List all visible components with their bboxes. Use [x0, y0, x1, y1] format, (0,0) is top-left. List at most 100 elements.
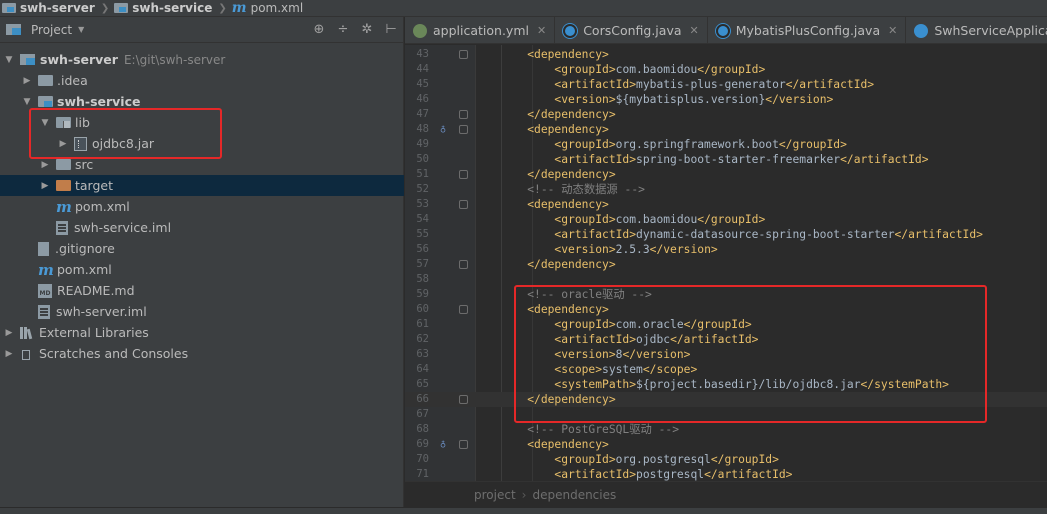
tab-application-yml[interactable]: application.yml ✕ — [405, 17, 556, 43]
code-line[interactable]: 49 <groupId>org.springframework.boot</gr… — [405, 137, 1047, 152]
expand-right-icon[interactable]: ▶ — [4, 349, 14, 359]
code-line[interactable]: 57 </dependency> — [405, 257, 1047, 272]
code-line[interactable]: 65 <systemPath>${project.basedir}/lib/oj… — [405, 377, 1047, 392]
project-view-selector[interactable]: Project — [31, 23, 72, 37]
code-line[interactable]: 70 <groupId>org.postgresql</groupId> — [405, 452, 1047, 467]
close-icon[interactable]: ✕ — [888, 24, 897, 37]
code-editor[interactable]: 43 <dependency> 44 <groupId>com.baomidou<… — [405, 45, 1047, 481]
module-folder-icon — [114, 3, 129, 13]
hide-panel-icon[interactable]: ⊢ — [383, 22, 399, 37]
xml-tag: <artifactId> — [554, 228, 637, 241]
editor-tabs: application.yml ✕ CorsConfig.java ✕ Myba… — [405, 17, 1047, 44]
code-line[interactable]: 46 <version>${mybatisplus.version}</vers… — [405, 92, 1047, 107]
code-line[interactable]: 55 <artifactId>dynamic-datasource-spring… — [405, 227, 1047, 242]
expand-right-icon[interactable]: ▶ — [4, 328, 14, 338]
expand-right-icon[interactable]: ▶ — [22, 76, 32, 86]
collapse-all-icon[interactable]: ÷ — [335, 22, 351, 37]
code-line[interactable]: 51 </dependency> — [405, 167, 1047, 182]
code-line[interactable]: 48 ♁ <dependency> — [405, 122, 1047, 137]
maven-dependency-gutter-icon[interactable]: ♁ — [437, 438, 449, 451]
line-number: 57 — [416, 258, 429, 270]
tree-item[interactable]: ▶ External Libraries — [0, 322, 404, 343]
code-line[interactable]: 56 <version>2.5.3</version> — [405, 242, 1047, 257]
breadcrumb-project[interactable]: swh-server ❯ — [2, 1, 114, 15]
code-line[interactable]: 53 <dependency> — [405, 197, 1047, 212]
expand-down-icon[interactable]: ▼ — [40, 118, 50, 128]
xml-tag: <dependency> — [527, 198, 609, 211]
code-line[interactable]: 47 </dependency> — [405, 107, 1047, 122]
scratches-icon — [20, 348, 34, 360]
tab-cors-config[interactable]: CorsConfig.java ✕ — [555, 17, 708, 43]
tree-item[interactable]: ▶ ojdbc8.jar — [0, 133, 404, 154]
locate-icon[interactable]: ⊕ — [311, 22, 327, 37]
maven-icon: m — [231, 0, 247, 16]
fold-marker-icon[interactable] — [459, 170, 468, 179]
fold-marker-icon[interactable] — [459, 200, 468, 209]
maven-dependency-gutter-icon[interactable]: ♁ — [437, 123, 449, 136]
code-line[interactable]: 62 <artifactId>ojdbc</artifactId> — [405, 332, 1047, 347]
code-line[interactable]: 50 <artifactId>spring-boot-starter-freem… — [405, 152, 1047, 167]
expand-right-icon[interactable]: ▶ — [58, 139, 68, 149]
code-line[interactable]: 67 — [405, 407, 1047, 422]
dropdown-arrow-icon[interactable]: ▼ — [78, 25, 84, 34]
tree-item[interactable]: ▶ src — [0, 154, 404, 175]
close-icon[interactable]: ✕ — [690, 24, 699, 37]
close-icon[interactable]: ✕ — [537, 24, 546, 37]
fold-marker-icon[interactable] — [459, 440, 468, 449]
editor-breadcrumb-project[interactable]: project — [474, 488, 516, 502]
code-line[interactable]: 69 ♁ <dependency> — [405, 437, 1047, 452]
code-line[interactable]: 66 </dependency> — [405, 392, 1047, 407]
tab-swh-service-application[interactable]: SwhServiceApplication.java — [906, 17, 1047, 43]
breadcrumb-module[interactable]: swh-service ❯ — [114, 1, 232, 15]
fold-marker-icon[interactable] — [459, 125, 468, 134]
code-line[interactable]: 71 <artifactId>postgresql</artifactId> — [405, 467, 1047, 481]
tree-item[interactable]: m pom.xml — [0, 196, 404, 217]
xml-tag: </artifactId> — [840, 153, 929, 166]
tree-item[interactable]: ▶ Scratches and Consoles — [0, 343, 404, 364]
code-text: <artifactId>mybatis-plus-generator</arti… — [500, 77, 874, 92]
tab-mybatis-plus-config[interactable]: MybatisPlusConfig.java ✕ — [708, 17, 907, 43]
editor-breadcrumb-dependencies[interactable]: dependencies — [532, 488, 616, 502]
line-number: 60 — [416, 303, 429, 315]
fold-marker-icon[interactable] — [459, 395, 468, 404]
code-line[interactable]: 59 <!-- oracle驱动 --> — [405, 287, 1047, 302]
code-line[interactable]: 52 <!-- 动态数据源 --> — [405, 182, 1047, 197]
code-line[interactable]: 43 <dependency> — [405, 47, 1047, 62]
xml-tag: </groupId> — [683, 318, 752, 331]
tree-item[interactable]: ▶ .idea — [0, 70, 404, 91]
breadcrumb-file[interactable]: m pom.xml — [232, 0, 303, 16]
code-line[interactable]: 54 <groupId>com.baomidou</groupId> — [405, 212, 1047, 227]
code-line[interactable]: 45 <artifactId>mybatis-plus-generator</a… — [405, 77, 1047, 92]
fold-marker-icon[interactable] — [459, 260, 468, 269]
tree-item[interactable]: swh-server.iml — [0, 301, 404, 322]
tree-item[interactable]: m pom.xml — [0, 259, 404, 280]
fold-marker-icon[interactable] — [459, 305, 468, 314]
code-line[interactable]: 44 <groupId>com.baomidou</groupId> — [405, 62, 1047, 77]
expand-down-icon[interactable]: ▼ — [4, 55, 14, 65]
code-line[interactable]: 68 <!-- PostGreSQL驱动 --> — [405, 422, 1047, 437]
line-number: 68 — [416, 423, 429, 435]
line-number: 71 — [416, 468, 429, 480]
code-text: <artifactId>dynamic-datasource-spring-bo… — [500, 227, 983, 242]
tree-item-label: External Libraries — [39, 325, 149, 340]
tree-item-label: ojdbc8.jar — [92, 136, 155, 151]
tree-item[interactable]: .gitignore — [0, 238, 404, 259]
line-number: 70 — [416, 453, 429, 465]
expand-down-icon[interactable]: ▼ — [22, 97, 32, 107]
expand-right-icon[interactable]: ▶ — [40, 160, 50, 170]
expand-right-icon[interactable]: ▶ — [40, 181, 50, 191]
tree-item[interactable]: ▼ swh-server E:\git\swh-server — [0, 49, 404, 70]
gear-icon[interactable]: ✲ — [359, 22, 375, 37]
tree-item[interactable]: swh-service.iml — [0, 217, 404, 238]
tree-item[interactable]: MD README.md — [0, 280, 404, 301]
tree-item[interactable]: ▼ lib — [0, 112, 404, 133]
code-line[interactable]: 58 — [405, 272, 1047, 287]
code-line[interactable]: 61 <groupId>com.oracle</groupId> — [405, 317, 1047, 332]
code-line[interactable]: 60 <dependency> — [405, 302, 1047, 317]
tree-item[interactable]: ▼ swh-service — [0, 91, 404, 112]
fold-marker-icon[interactable] — [459, 110, 468, 119]
code-line[interactable]: 64 <scope>system</scope> — [405, 362, 1047, 377]
code-line[interactable]: 63 <version>8</version> — [405, 347, 1047, 362]
tree-item[interactable]: ▶ target — [0, 175, 404, 196]
fold-marker-icon[interactable] — [459, 50, 468, 59]
